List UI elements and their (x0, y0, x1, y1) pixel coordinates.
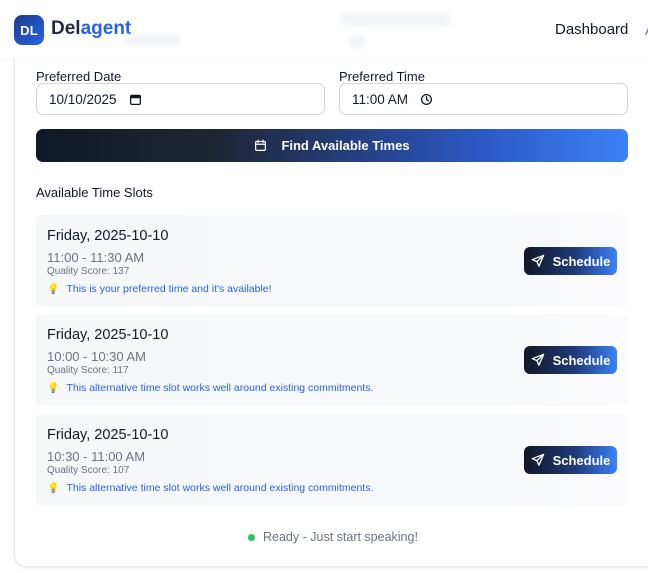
lightbulb-icon: 💡 (47, 283, 60, 295)
schedule-button-label: Schedule (552, 352, 611, 368)
schedule-button[interactable]: Schedule (524, 247, 617, 275)
brand-name-part2: agent (80, 18, 132, 39)
slot-quality-score: Quality Score: 107 (47, 465, 130, 476)
preferred-date-input[interactable]: 10/10/2025 (36, 83, 325, 115)
find-button-label: Find Available Times (281, 138, 410, 153)
schedule-button-label: Schedule (552, 452, 611, 468)
calendar-icon[interactable] (129, 93, 142, 106)
slot-quality-score: Quality Score: 137 (47, 266, 130, 277)
time-slot-card: Friday, 2025-10-10 11:00 - 11:30 AM Qual… (36, 215, 628, 307)
send-icon (531, 453, 544, 466)
slot-note: 💡 This alternative time slot works well … (47, 382, 373, 394)
top-header: DL Delagent Dashboard A (0, 0, 648, 60)
slot-quality-score: Quality Score: 117 (47, 365, 129, 376)
voice-status: Ready - Just start speaking! (248, 530, 418, 544)
brand-name[interactable]: Delagent (51, 18, 131, 40)
brand-name-part1: Del (51, 18, 81, 39)
lightbulb-icon: 💡 (47, 482, 60, 494)
slot-note-text: This alternative time slot works well ar… (66, 382, 374, 394)
blurred-placeholder (350, 34, 366, 48)
time-slot-card: Friday, 2025-10-10 10:00 - 10:30 AM Qual… (36, 314, 628, 406)
schedule-button-label: Schedule (552, 253, 611, 269)
logo-badge[interactable]: DL (14, 15, 44, 45)
send-icon (531, 353, 544, 366)
slot-note: 💡 This alternative time slot works well … (47, 482, 373, 494)
slot-note-text: This alternative time slot works well ar… (66, 482, 374, 494)
slot-date: Friday, 2025-10-10 (47, 327, 169, 343)
schedule-button[interactable]: Schedule (524, 446, 617, 474)
preferred-time-input[interactable]: 11:00 AM (339, 83, 628, 115)
find-available-times-button[interactable]: Find Available Times (36, 129, 628, 162)
slot-note-text: This is your preferred time and it's ava… (66, 283, 272, 295)
lightbulb-icon: 💡 (47, 382, 60, 394)
time-value: 11:00 AM (352, 91, 409, 107)
slot-time-range: 10:00 - 10:30 AM (47, 349, 147, 364)
slot-date: Friday, 2025-10-10 (47, 427, 169, 443)
nav-dashboard-link[interactable]: Dashboard (555, 21, 628, 38)
slot-time-range: 11:00 - 11:30 AM (47, 250, 145, 265)
slot-time-range: 10:30 - 11:00 AM (47, 449, 146, 464)
slot-date: Friday, 2025-10-10 (47, 228, 169, 244)
preferred-date-label: Preferred Date (36, 69, 122, 84)
preferred-time-label: Preferred Time (339, 69, 425, 84)
send-icon (531, 254, 544, 267)
blurred-placeholder (125, 34, 180, 46)
schedule-button[interactable]: Schedule (524, 346, 617, 374)
clock-icon[interactable] (420, 93, 433, 106)
blurred-placeholder (340, 12, 450, 26)
calendar-icon (255, 139, 267, 151)
date-value: 10/10/2025 (49, 91, 117, 107)
status-dot (248, 533, 255, 541)
available-slots-heading: Available Time Slots (36, 185, 153, 200)
time-slot-card: Friday, 2025-10-10 10:30 - 11:00 AM Qual… (36, 414, 628, 506)
status-text: Ready - Just start speaking! (263, 530, 418, 544)
slot-note: 💡 This is your preferred time and it's a… (47, 283, 272, 295)
